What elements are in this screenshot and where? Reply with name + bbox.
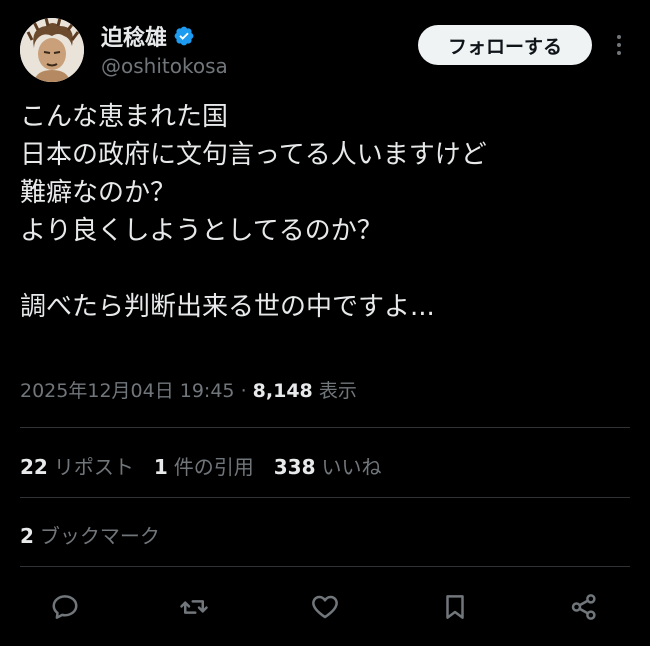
likes-label: いいね (321, 455, 382, 479)
reply-button[interactable] (48, 590, 82, 624)
tweet-line: 日本の政府に文句言ってる人いますけど (20, 140, 487, 170)
tweet-text: こんな恵まれた国 日本の政府に文句言ってる人いますけど 難癖なのか？ より良くし… (20, 98, 630, 326)
likes-count: 338 (273, 455, 316, 479)
avatar[interactable] (20, 18, 84, 82)
meta-separator: · (240, 380, 247, 402)
avatar-image (20, 18, 84, 82)
bookmarks-stat[interactable]: 2 ブックマーク (20, 520, 160, 549)
follow-button[interactable]: フォローする (418, 25, 592, 65)
more-vertical-icon[interactable] (608, 32, 630, 58)
divider (20, 497, 630, 498)
tweet-meta: 2025年12月04日 19:45 · 8,148 表示 (20, 376, 357, 403)
quotes-count: 1 (153, 455, 168, 479)
views-count: 8,148 (252, 380, 313, 402)
quotes-stat[interactable]: 1 件の引用 (154, 451, 254, 480)
bookmark-icon (446, 595, 464, 619)
verified-badge-icon (173, 25, 195, 47)
reposts-stat[interactable]: 22 リポスト (20, 451, 134, 480)
divider (20, 427, 630, 428)
like-button[interactable] (308, 590, 342, 624)
quotes-label: 件の引用 (173, 455, 254, 479)
tweet-line: 調べたら判断出来る世の中ですよ... (20, 292, 435, 322)
views-label: 表示 (318, 380, 357, 402)
engagement-stats: 22 リポスト 1 件の引用 338 いいね (20, 451, 402, 480)
reply-icon (52, 595, 78, 619)
bookmarks-label: ブックマーク (39, 524, 160, 548)
likes-stat[interactable]: 338 いいね (274, 451, 382, 480)
bookmarks-count: 2 (20, 524, 34, 548)
author-handle[interactable]: @oshitokosa (101, 54, 228, 78)
timestamp[interactable]: 2025年12月04日 19:45 (20, 380, 235, 402)
reposts-count: 22 (20, 455, 48, 479)
tweet-line: より良くしようとしてるのか？ (20, 216, 383, 246)
tweet-line: 難癖なのか？ (20, 178, 177, 208)
display-name[interactable]: 迫稔雄 (101, 20, 167, 52)
share-icon (571, 594, 596, 620)
tweet-line: こんな恵まれた国 (20, 102, 229, 132)
repost-button[interactable] (177, 590, 211, 624)
share-button[interactable] (567, 590, 601, 624)
repost-icon (180, 600, 208, 614)
author-name-row[interactable]: 迫稔雄 (101, 20, 195, 52)
reposts-label: リポスト (53, 455, 134, 479)
like-icon (312, 595, 338, 619)
divider (20, 566, 630, 567)
tweet-line (20, 250, 630, 288)
bookmark-button[interactable] (438, 590, 472, 624)
